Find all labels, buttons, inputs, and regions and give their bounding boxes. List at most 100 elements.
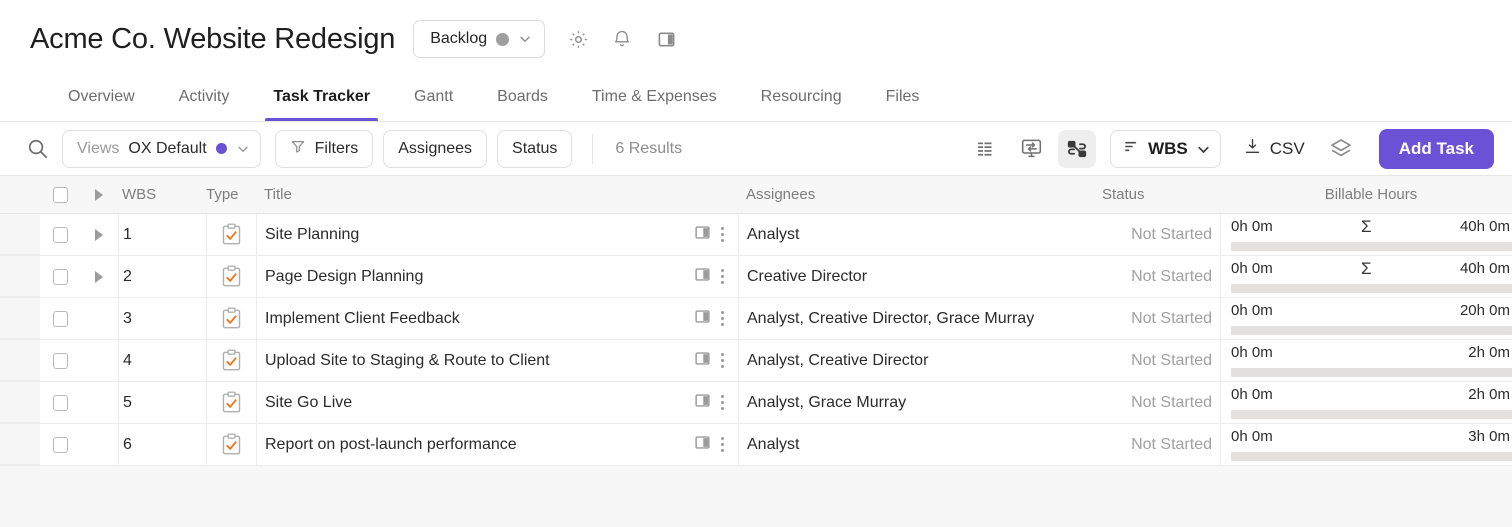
status-badge[interactable]: Not Started [1098,214,1220,255]
checkbox-icon[interactable] [52,268,68,285]
task-type-icon[interactable] [206,382,256,423]
table-row[interactable]: 2 Page Design Planning Creative Director No… [0,256,1512,298]
cell-title[interactable]: Site Planning [256,214,738,255]
triangle-right-icon[interactable] [95,270,103,283]
checkbox-icon[interactable] [52,394,68,411]
task-type-icon[interactable] [206,340,256,381]
task-type-icon[interactable] [206,424,256,465]
dependencies-link-icon[interactable] [1058,129,1097,168]
open-detail-panel-icon[interactable] [694,308,711,330]
cell-assignees[interactable]: Creative Director [738,256,1098,297]
row-menu-icon[interactable] [717,351,728,370]
column-header-status[interactable]: Status [1098,176,1220,213]
checkbox-icon[interactable] [52,436,68,453]
table-row[interactable]: 4 Upload Site to Staging & Route to Clien… [0,340,1512,382]
chevron-down-icon [236,142,250,156]
expand-all-toggle[interactable] [80,176,118,213]
cell-title[interactable]: Upload Site to Staging & Route to Client [256,340,738,381]
hours-progress-bar [1231,410,1512,419]
status-badge[interactable]: Not Started [1098,298,1220,339]
row-menu-icon[interactable] [717,435,728,454]
tab-task-tracker[interactable]: Task Tracker [251,78,392,121]
project-status-dropdown[interactable]: Backlog [413,20,546,58]
checkbox-icon[interactable] [52,352,68,369]
bell-icon[interactable] [611,28,633,50]
column-header-billable-hours[interactable]: Billable Hours [1220,176,1512,213]
task-type-icon[interactable] [206,298,256,339]
checkbox-icon[interactable] [52,186,68,203]
cell-title[interactable]: Site Go Live [256,382,738,423]
row-select-checkbox[interactable] [40,382,80,423]
checkbox-icon[interactable] [52,226,68,243]
views-dropdown[interactable]: Views OX Default [62,129,261,168]
filters-label: Filters [314,139,359,157]
row-density-icon[interactable] [966,130,1004,168]
status-filter-button[interactable]: Status [497,129,573,168]
tab-label: Resourcing [760,87,842,105]
tab-boards[interactable]: Boards [475,78,570,121]
checkbox-icon[interactable] [52,310,68,327]
gear-icon[interactable] [567,28,589,50]
table-row[interactable]: 1 Site Planning Analyst Not Started 0h 0m Σ 40… [0,214,1512,256]
cell-wbs: 2 [118,256,206,297]
cell-wbs: 4 [118,340,206,381]
column-header-type[interactable]: Type [206,176,256,213]
assignees-filter-button[interactable]: Assignees [383,129,488,168]
panel-toggle-icon[interactable] [655,28,677,50]
layers-icon[interactable] [1329,137,1353,161]
table-row[interactable]: 6 Report on post-launch performance Analys… [0,424,1512,466]
row-select-checkbox[interactable] [40,424,80,465]
status-badge[interactable]: Not Started [1098,256,1220,297]
tab-files[interactable]: Files [864,78,942,121]
open-detail-panel-icon[interactable] [694,266,711,288]
open-detail-panel-icon[interactable] [694,434,711,456]
row-menu-icon[interactable] [717,225,728,244]
row-expand-toggle[interactable] [80,214,118,255]
row-select-checkbox[interactable] [40,256,80,297]
select-all-checkbox[interactable] [40,176,80,213]
row-menu-icon[interactable] [717,309,728,328]
column-header-title[interactable]: Title [256,176,738,213]
row-menu-icon[interactable] [717,393,728,412]
row-select-checkbox[interactable] [40,214,80,255]
search-icon[interactable] [26,137,60,160]
cell-assignees[interactable]: Analyst [738,214,1098,255]
add-task-button[interactable]: Add Task [1378,128,1494,169]
status-badge[interactable]: Not Started [1098,340,1220,381]
cell-assignees[interactable]: Analyst, Creative Director [738,340,1098,381]
open-detail-panel-icon[interactable] [694,224,711,246]
export-csv-button[interactable]: CSV [1243,137,1305,161]
open-detail-panel-icon[interactable] [694,350,711,372]
sort-by-dropdown[interactable]: WBS [1110,129,1221,168]
table-row[interactable]: 3 Implement Client Feedback Analyst, Creat… [0,298,1512,340]
tab-resourcing[interactable]: Resourcing [739,78,864,121]
tab-overview[interactable]: Overview [46,78,157,121]
cell-assignees[interactable]: Analyst, Grace Murray [738,382,1098,423]
table-row[interactable]: 5 Site Go Live Analyst, Grace Murray Not St… [0,382,1512,424]
status-badge[interactable]: Not Started [1098,424,1220,465]
column-header-assignees[interactable]: Assignees [738,176,1098,213]
cell-title[interactable]: Implement Client Feedback [256,298,738,339]
tab-activity[interactable]: Activity [157,78,252,121]
column-header-wbs[interactable]: WBS [118,176,206,213]
triangle-right-icon[interactable] [95,188,103,201]
table-body: 1 Site Planning Analyst Not Started 0h 0m Σ 40… [0,214,1512,466]
tab-time-expenses[interactable]: Time & Expenses [570,78,739,121]
row-expand-toggle[interactable] [80,256,118,297]
row-menu-icon[interactable] [717,267,728,286]
tab-gantt[interactable]: Gantt [392,78,475,121]
status-badge[interactable]: Not Started [1098,382,1220,423]
task-type-icon[interactable] [206,214,256,255]
row-select-checkbox[interactable] [40,340,80,381]
cell-title[interactable]: Report on post-launch performance [256,424,738,465]
filters-button[interactable]: Filters [274,129,374,168]
cell-assignees[interactable]: Analyst, Creative Director, Grace Murray [738,298,1098,339]
cell-title[interactable]: Page Design Planning [256,256,738,297]
row-select-checkbox[interactable] [40,298,80,339]
triangle-right-icon[interactable] [95,228,103,241]
cell-assignees[interactable]: Analyst [738,424,1098,465]
open-detail-panel-icon[interactable] [694,392,711,414]
rollup-sigma-icon: Σ [1361,216,1372,236]
task-type-icon[interactable] [206,256,256,297]
display-settings-icon[interactable] [1012,130,1050,168]
